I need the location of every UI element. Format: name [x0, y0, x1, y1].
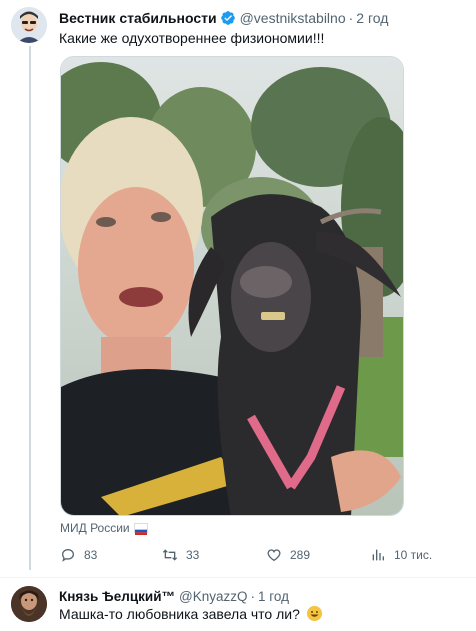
like-count: 289 [290, 548, 311, 562]
tweet-action-bar: 83 33 289 10 тис. [56, 545, 436, 565]
media-source-label[interactable]: МИД России [60, 521, 148, 535]
reply-author-display-name[interactable]: Князь Ѣелцкий™ [59, 589, 175, 604]
tweet-media-image[interactable] [60, 56, 404, 516]
source-label-text: МИД России [60, 521, 130, 535]
author-handle[interactable]: @vestnikstabilno [240, 10, 346, 26]
reply-count: 83 [84, 548, 98, 562]
reply-text-line: Машка-то любовника завела что ли? [59, 606, 322, 622]
retweet-icon [162, 549, 178, 561]
tweet-header: Вестник стабильности @vestnikstabilno · … [59, 8, 388, 28]
reply-author-handle[interactable]: @KnyazzQ [179, 589, 247, 604]
reply-author-avatar[interactable] [11, 586, 47, 622]
main-tweet[interactable]: Вестник стабильности @vestnikstabilno · … [0, 0, 476, 575]
views-button[interactable]: 10 тис. [370, 545, 432, 565]
russia-flag-icon [133, 523, 148, 535]
reply-text: Машка-то любовника завела что ли? [59, 606, 300, 622]
reply-timestamp[interactable]: 1 год [258, 589, 289, 604]
retweet-count: 33 [186, 548, 200, 562]
reply-button[interactable]: 83 [60, 545, 97, 565]
views-chart-icon [372, 549, 384, 561]
author-display-name[interactable]: Вестник стабильности [59, 10, 217, 26]
views-count: 10 тис. [394, 548, 433, 562]
tweet-text: Какие же одухотвореннее физиономии!!! [59, 30, 325, 46]
reply-header: Князь Ѣелцкий™ @KnyazzQ · 1 год [59, 587, 289, 605]
tweet-timestamp[interactable]: 2 год [356, 10, 388, 26]
retweet-button[interactable]: 33 [162, 545, 199, 565]
reply-icon [61, 548, 75, 562]
reply-header-separator: · [250, 588, 256, 604]
grinning-face-icon [306, 606, 322, 621]
author-avatar[interactable] [11, 7, 47, 43]
reply-divider [0, 577, 476, 578]
like-button[interactable]: 289 [266, 545, 310, 565]
header-separator: · [348, 10, 354, 26]
verified-badge-icon [220, 10, 236, 26]
heart-icon [267, 549, 281, 562]
